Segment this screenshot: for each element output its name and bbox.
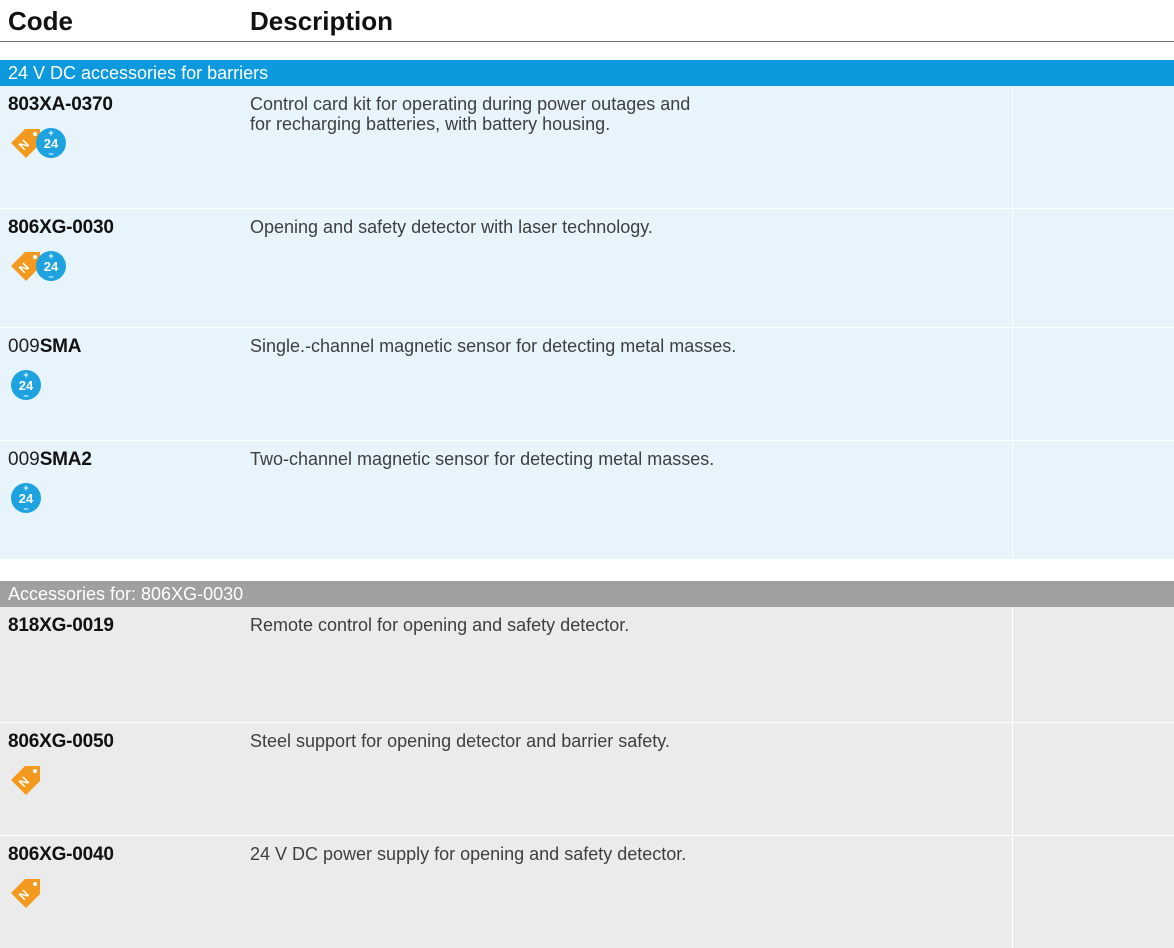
- table-row: 806XG-0030 Opening and safety detector w…: [0, 209, 1174, 328]
- product-code: 818XG-0019: [8, 615, 114, 636]
- svg-text:−: −: [48, 272, 53, 282]
- product-code: 806XG-0040: [8, 844, 114, 865]
- product-code: 803XA-0370: [8, 94, 113, 115]
- table-row: 009SMA Single.-channel magnetic sensor f…: [0, 328, 1174, 441]
- new-tag-icon: N: [11, 879, 40, 908]
- product-code: 009SMA2: [8, 449, 92, 470]
- product-description: 24 V DC power supply for opening and saf…: [250, 844, 687, 864]
- section-header-24v-accessories: 24 V DC accessories for barriers: [0, 60, 1174, 86]
- svg-text:−: −: [48, 149, 53, 159]
- svg-text:−: −: [23, 391, 28, 401]
- 24v-icon: + 24 −: [11, 483, 41, 514]
- 24v-icon: + 24 −: [11, 370, 41, 401]
- product-description: Steel support for opening detector and b…: [250, 731, 670, 751]
- product-description: Single.-channel magnetic sensor for dete…: [250, 336, 737, 356]
- product-description: Control card kit for operating during po…: [250, 94, 691, 134]
- table-row: 009SMA2 Two-channel magnetic sensor for …: [0, 441, 1174, 560]
- table-row: 803XA-0370 Control card kit for operatin…: [0, 86, 1174, 209]
- table-header: Code Description: [0, 0, 1174, 42]
- 24v-icon: + 24 −: [36, 128, 66, 159]
- svg-text:−: −: [23, 504, 28, 514]
- table-row: 806XG-0040 24 V DC power supply for open…: [0, 836, 1174, 948]
- 24v-icon: + 24 −: [36, 251, 66, 282]
- product-code: 806XG-0030: [8, 217, 114, 238]
- section-header-accessories-806xg-0030: Accessories for: 806XG-0030: [0, 581, 1174, 607]
- table-row: 806XG-0050 Steel support for opening det…: [0, 723, 1174, 836]
- code-column-header: Code: [8, 6, 73, 36]
- new-tag-icon: N: [11, 766, 40, 795]
- product-code: 009SMA: [8, 336, 82, 357]
- table-row: 818XG-0019 Remote control for opening an…: [0, 607, 1174, 723]
- product-description: Remote control for opening and safety de…: [250, 615, 630, 635]
- description-column-header: Description: [250, 6, 394, 36]
- product-description: Two-channel magnetic sensor for detectin…: [250, 449, 715, 469]
- product-description: Opening and safety detector with laser t…: [250, 217, 653, 237]
- product-code: 806XG-0050: [8, 731, 114, 752]
